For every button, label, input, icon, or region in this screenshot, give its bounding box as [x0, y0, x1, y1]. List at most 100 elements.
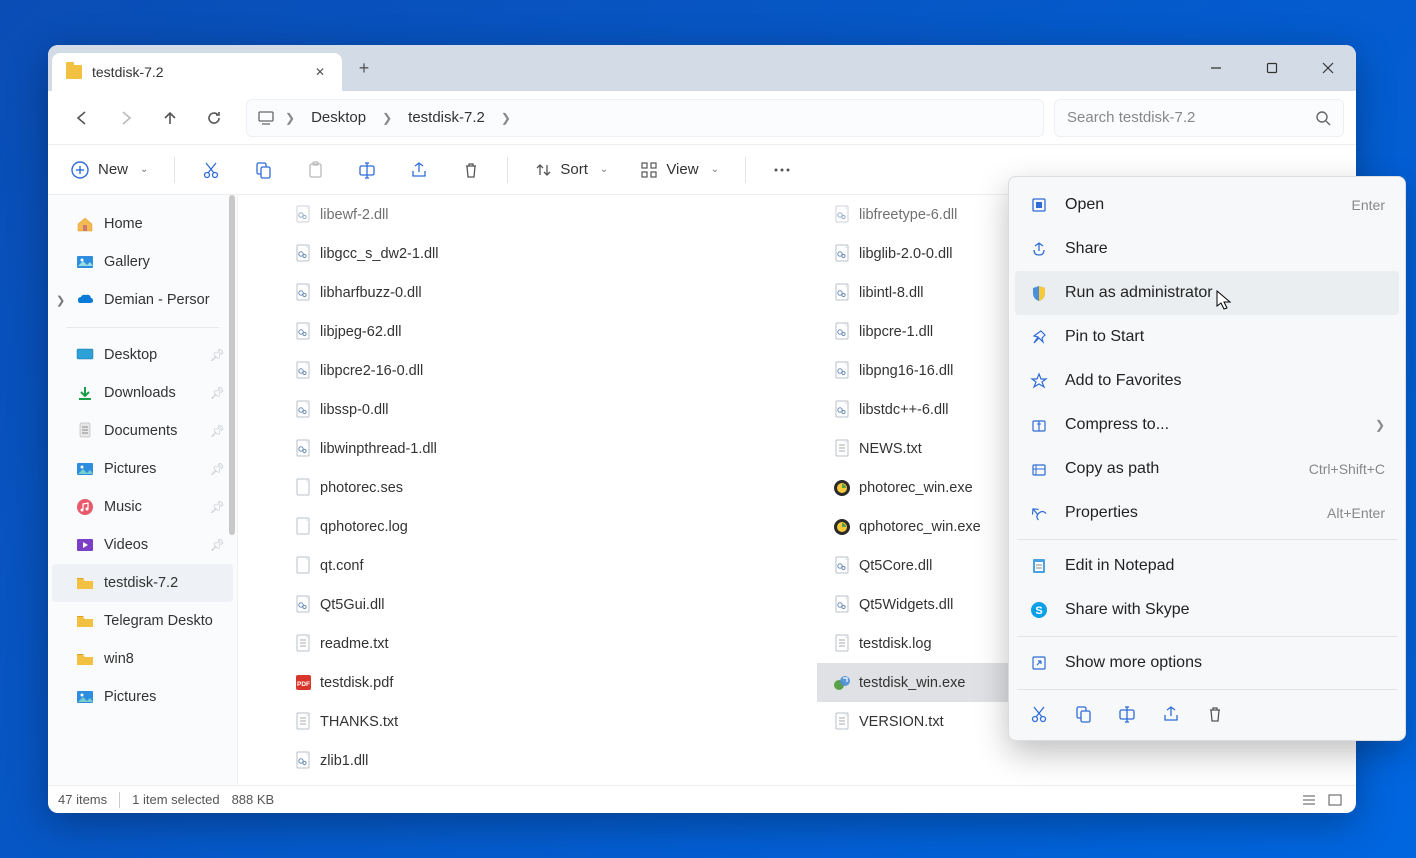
file-item[interactable]: readme.txt — [278, 624, 817, 663]
pin-icon: 📌︎ — [210, 424, 225, 438]
large-icons-view-button[interactable] — [1324, 790, 1346, 810]
context-menu-edit-in-notepad[interactable]: Edit in Notepad — [1015, 544, 1399, 588]
file-icon — [833, 284, 851, 302]
copy-icon[interactable] — [1073, 704, 1093, 724]
sidebar-item-videos[interactable]: Videos📌︎ — [48, 526, 237, 564]
home-icon — [76, 215, 94, 233]
file-item[interactable]: PDFtestdisk.pdf — [278, 663, 817, 702]
share-button[interactable] — [399, 152, 439, 188]
share-icon[interactable] — [1161, 704, 1181, 724]
file-item[interactable]: libjpeg-62.dll — [278, 312, 817, 351]
file-icon — [833, 206, 851, 224]
context-menu-open[interactable]: OpenEnter — [1015, 183, 1399, 227]
file-icon — [294, 245, 312, 263]
delete-icon[interactable] — [1205, 704, 1225, 724]
sidebar-item-win8[interactable]: win8 — [48, 640, 237, 678]
breadcrumb-desktop[interactable]: Desktop — [305, 105, 372, 130]
tab-close-button[interactable]: ✕ — [312, 65, 328, 79]
rename-button[interactable] — [347, 152, 387, 188]
context-menu-show-more-options[interactable]: Show more options — [1015, 641, 1399, 685]
file-item[interactable]: libewf-2.dll — [278, 195, 817, 234]
tab-title: testdisk-7.2 — [92, 64, 302, 80]
file-item[interactable]: libpcre2-16-0.dll — [278, 351, 817, 390]
context-menu-share[interactable]: Share — [1015, 227, 1399, 271]
forward-button[interactable] — [104, 98, 148, 138]
sidebar-item-demian[interactable]: ❯Demian - Persor — [48, 281, 237, 319]
sidebar-item-gallery[interactable]: Gallery — [48, 243, 237, 281]
chevron-right-icon[interactable]: ❯ — [281, 111, 299, 125]
new-button[interactable]: New ⌄ — [60, 156, 158, 184]
details-view-button[interactable] — [1298, 790, 1320, 810]
file-item[interactable]: libgcc_s_dw2-1.dll — [278, 234, 817, 273]
file-item[interactable]: Qt5Gui.dll — [278, 585, 817, 624]
file-item[interactable]: THANKS.txt — [278, 702, 817, 741]
minimize-button[interactable] — [1188, 45, 1244, 91]
onedrive-icon — [76, 291, 94, 309]
refresh-button[interactable] — [192, 98, 236, 138]
video-icon — [76, 536, 94, 554]
picture-icon — [76, 460, 94, 478]
more-button[interactable] — [762, 152, 802, 188]
context-menu-share-with-skype[interactable]: SShare with Skype — [1015, 588, 1399, 632]
chevron-right-icon[interactable]: ❯ — [378, 111, 396, 125]
file-icon — [833, 479, 851, 497]
shield-icon — [1029, 284, 1049, 302]
context-menu-run-as-administrator[interactable]: Run as administrator — [1015, 271, 1399, 315]
titlebar: testdisk-7.2 ✕ + — [48, 45, 1356, 91]
context-menu-pin-to-start[interactable]: Pin to Start — [1015, 315, 1399, 359]
tab[interactable]: testdisk-7.2 ✕ — [52, 53, 342, 91]
file-item[interactable]: libharfbuzz-0.dll — [278, 273, 817, 312]
svg-text:PDF: PDF — [297, 681, 310, 688]
context-menu-add-to-favorites[interactable]: Add to Favorites — [1015, 359, 1399, 403]
context-menu-copy-as-path[interactable]: Copy as pathCtrl+Shift+C — [1015, 447, 1399, 491]
new-tab-button[interactable]: + — [342, 45, 386, 91]
close-button[interactable] — [1300, 45, 1356, 91]
file-item[interactable]: libssp-0.dll — [278, 390, 817, 429]
view-button[interactable]: View ⌄ — [630, 157, 729, 183]
paste-button[interactable] — [295, 152, 335, 188]
up-button[interactable] — [148, 98, 192, 138]
search-input[interactable]: Search testdisk-7.2 — [1054, 99, 1344, 137]
context-menu: OpenEnterShareRun as administratorPin to… — [1008, 176, 1406, 741]
copy-button[interactable] — [243, 152, 283, 188]
delete-button[interactable] — [451, 152, 491, 188]
file-item[interactable]: photorec.ses — [278, 468, 817, 507]
rename-icon[interactable] — [1117, 704, 1137, 724]
sidebar-item-home[interactable]: Home — [48, 205, 237, 243]
breadcrumb[interactable]: ❯ Desktop ❯ testdisk-7.2 ❯ — [246, 99, 1044, 137]
sidebar-item-downloads[interactable]: Downloads📌︎ — [48, 374, 237, 412]
copypath-icon — [1029, 460, 1049, 478]
sidebar-item-pictures[interactable]: Pictures📌︎ — [48, 450, 237, 488]
file-icon — [294, 206, 312, 224]
sidebar-item-telegram[interactable]: Telegram Deskto — [48, 602, 237, 640]
cut-icon[interactable] — [1029, 704, 1049, 724]
sidebar-item-music[interactable]: Music📌︎ — [48, 488, 237, 526]
file-icon — [294, 284, 312, 302]
file-item[interactable]: qphotorec.log — [278, 507, 817, 546]
sidebar-item-testdisk-7[interactable]: testdisk-7.2 — [52, 564, 233, 602]
cut-button[interactable] — [191, 152, 231, 188]
context-menu-compress-to[interactable]: Compress to...❯ — [1015, 403, 1399, 447]
back-button[interactable] — [60, 98, 104, 138]
maximize-button[interactable] — [1244, 45, 1300, 91]
chevron-right-icon[interactable]: ❯ — [497, 111, 515, 125]
context-menu-actions — [1015, 694, 1399, 734]
sidebar-item-pictures[interactable]: Pictures — [48, 678, 237, 716]
search-icon — [1315, 110, 1331, 126]
chevron-right-icon[interactable]: ❯ — [56, 294, 65, 307]
file-icon — [294, 557, 312, 575]
file-item[interactable]: zlib1.dll — [278, 741, 817, 780]
sort-button[interactable]: Sort ⌄ — [524, 157, 618, 183]
navbar: ❯ Desktop ❯ testdisk-7.2 ❯ Search testdi… — [48, 91, 1356, 145]
file-icon — [833, 518, 851, 536]
context-menu-properties[interactable]: PropertiesAlt+Enter — [1015, 491, 1399, 535]
pin-icon: 📌︎ — [210, 348, 225, 362]
sidebar-item-documents[interactable]: Documents📌︎ — [48, 412, 237, 450]
sidebar-item-desktop[interactable]: Desktop📌︎ — [48, 336, 237, 374]
compress-icon — [1029, 416, 1049, 434]
file-item[interactable]: qt.conf — [278, 546, 817, 585]
breadcrumb-folder[interactable]: testdisk-7.2 — [402, 105, 491, 130]
file-icon — [833, 401, 851, 419]
chevron-down-icon: ⌄ — [711, 164, 719, 175]
file-item[interactable]: libwinpthread-1.dll — [278, 429, 817, 468]
